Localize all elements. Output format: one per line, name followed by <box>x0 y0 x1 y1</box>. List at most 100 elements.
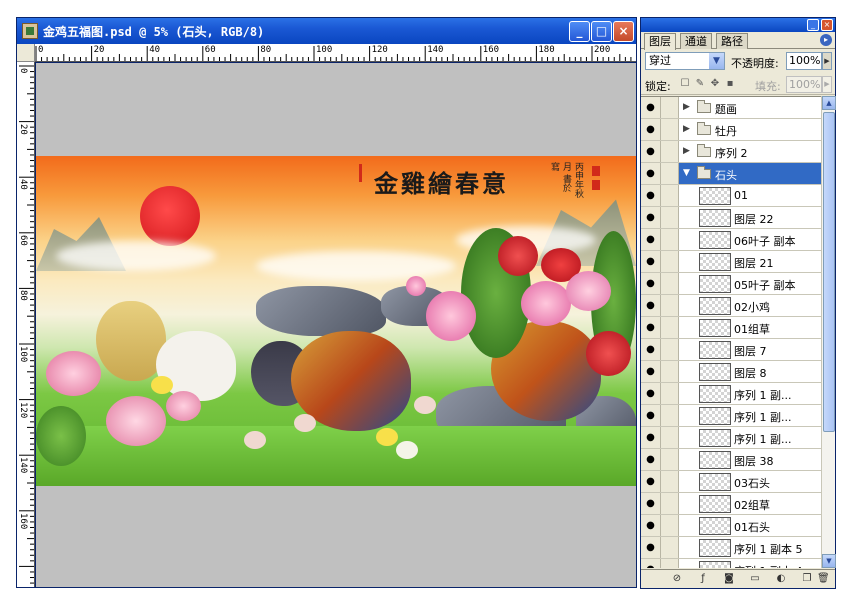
layer-link-cell[interactable] <box>661 515 679 536</box>
layer-thumbnail[interactable] <box>699 363 731 381</box>
layer-name[interactable]: 图层 22 <box>734 211 774 227</box>
expand-right-icon[interactable]: ▶ <box>683 146 690 156</box>
layer-row[interactable]: ● 01石头 <box>641 515 821 537</box>
eye-visibility-icon[interactable]: ● <box>641 361 661 382</box>
layer-thumbnail[interactable] <box>699 209 731 227</box>
layer-link-cell[interactable] <box>661 97 679 118</box>
layer-thumbnail[interactable] <box>699 341 731 359</box>
layers-scrollbar[interactable]: ▲ ▼ <box>821 96 836 568</box>
palette-minimize-button[interactable]: _ <box>807 19 819 31</box>
layer-row[interactable]: ● 01 <box>641 185 821 207</box>
layer-link-cell[interactable] <box>661 427 679 448</box>
layer-thumbnail[interactable] <box>699 319 731 337</box>
layer-row[interactable]: ● 序列 1 副... <box>641 383 821 405</box>
layer-row[interactable]: ● 序列 1 副本 5 <box>641 537 821 559</box>
layer-group-row[interactable]: ● ▶ 序列 2 <box>641 141 821 163</box>
layer-row[interactable]: ● 01组草 <box>641 317 821 339</box>
expand-right-icon[interactable]: ▶ <box>683 102 690 112</box>
layer-link-cell[interactable] <box>661 471 679 492</box>
layer-row[interactable]: ● 06叶子 副本 <box>641 229 821 251</box>
painting-canvas[interactable]: 金雞繪春意 丙申年秋月 書於 寫 <box>36 156 636 486</box>
lock-transparency-icon[interactable]: ☐ <box>679 78 691 90</box>
ruler-origin[interactable] <box>17 44 35 62</box>
layer-row[interactable]: ● 05叶子 副本 <box>641 273 821 295</box>
fill-slider-arrow-icon[interactable]: ▶ <box>822 76 832 93</box>
layer-row[interactable]: ● 图层 21 <box>641 251 821 273</box>
expand-down-icon[interactable]: ▼ <box>683 168 690 178</box>
tab-paths[interactable]: 路径 <box>716 33 748 49</box>
layer-name[interactable]: 题画 <box>715 101 737 117</box>
layer-thumbnail[interactable] <box>699 407 731 425</box>
layer-row[interactable]: ● 序列 1 副本 4 <box>641 559 821 568</box>
eye-visibility-icon[interactable]: ● <box>641 317 661 338</box>
layer-name[interactable]: 石头 <box>715 167 737 183</box>
layer-thumbnail[interactable] <box>699 297 731 315</box>
eye-visibility-icon[interactable]: ● <box>641 383 661 404</box>
eye-visibility-icon[interactable]: ● <box>641 119 661 140</box>
layer-name[interactable]: 06叶子 副本 <box>734 233 796 249</box>
layer-row[interactable]: ● 03石头 <box>641 471 821 493</box>
layer-thumbnail[interactable] <box>699 253 731 271</box>
layer-row[interactable]: ● 02小鸡 <box>641 295 821 317</box>
layer-thumbnail[interactable] <box>699 385 731 403</box>
eye-visibility-icon[interactable]: ● <box>641 229 661 250</box>
layer-thumbnail[interactable] <box>699 429 731 447</box>
fill-input[interactable]: 100% <box>786 76 822 93</box>
layer-thumbnail[interactable] <box>699 451 731 469</box>
trash-icon[interactable]: 🗑 <box>817 573 830 585</box>
layer-thumbnail[interactable] <box>699 187 731 205</box>
layer-thumbnail[interactable] <box>699 495 731 513</box>
palette-close-button[interactable]: × <box>821 19 833 31</box>
layer-link-cell[interactable] <box>661 383 679 404</box>
layer-name[interactable]: 02小鸡 <box>734 299 770 315</box>
layer-name[interactable]: 图层 7 <box>734 343 767 359</box>
layer-name[interactable]: 02组草 <box>734 497 770 513</box>
layer-thumbnail[interactable] <box>699 539 731 557</box>
eye-visibility-icon[interactable]: ● <box>641 339 661 360</box>
layer-row[interactable]: ● 图层 8 <box>641 361 821 383</box>
layer-thumbnail[interactable] <box>699 517 731 535</box>
layer-link-cell[interactable] <box>661 493 679 514</box>
layer-link-cell[interactable] <box>661 119 679 140</box>
chevron-down-icon[interactable]: ▼ <box>709 53 724 69</box>
layer-name[interactable]: 图层 21 <box>734 255 774 271</box>
layer-name[interactable]: 序列 1 副... <box>734 431 791 447</box>
layer-row[interactable]: ● 序列 1 副... <box>641 405 821 427</box>
layer-style-icon[interactable]: ƒ <box>697 573 709 585</box>
layer-thumbnail[interactable] <box>699 561 731 568</box>
scroll-down-icon[interactable]: ▼ <box>822 554 836 568</box>
layer-link-cell[interactable] <box>661 163 679 184</box>
layer-link-cell[interactable] <box>661 449 679 470</box>
layer-name[interactable]: 图层 38 <box>734 453 774 469</box>
layer-link-cell[interactable] <box>661 361 679 382</box>
minimize-button[interactable]: _ <box>569 21 590 42</box>
vertical-ruler[interactable]: 0 20 40 60 80 100 120 140 160 <box>17 62 35 587</box>
layer-link-cell[interactable] <box>661 207 679 228</box>
lock-all-icon[interactable]: ▪ <box>724 78 736 90</box>
expand-right-icon[interactable]: ▶ <box>683 124 690 134</box>
close-button[interactable]: × <box>613 21 634 42</box>
layer-thumbnail[interactable] <box>699 473 731 491</box>
layer-link-cell[interactable] <box>661 317 679 338</box>
layer-group-row[interactable]: ● ▶ 牡丹 <box>641 119 821 141</box>
layer-row[interactable]: ● 序列 1 副... <box>641 427 821 449</box>
layer-name[interactable]: 序列 2 <box>715 145 748 161</box>
tab-channels[interactable]: 通道 <box>680 33 712 49</box>
layer-name[interactable]: 牡丹 <box>715 123 737 139</box>
adjustment-layer-icon[interactable]: ◐ <box>775 573 787 585</box>
layer-name[interactable]: 01 <box>734 189 748 202</box>
layer-name[interactable]: 05叶子 副本 <box>734 277 796 293</box>
palette-menu-icon[interactable]: ▸ <box>820 34 832 46</box>
eye-visibility-icon[interactable]: ● <box>641 427 661 448</box>
opacity-slider-arrow-icon[interactable]: ▶ <box>822 52 832 70</box>
eye-visibility-icon[interactable]: ● <box>641 449 661 470</box>
lock-paint-icon[interactable]: ✎ <box>694 78 706 90</box>
layer-name[interactable]: 序列 1 副本 5 <box>734 541 803 557</box>
layer-thumbnail[interactable] <box>699 231 731 249</box>
layer-row[interactable]: ● 02组草 <box>641 493 821 515</box>
eye-visibility-icon[interactable]: ● <box>641 185 661 206</box>
eye-visibility-icon[interactable]: ● <box>641 163 661 184</box>
layer-name[interactable]: 序列 1 副... <box>734 409 791 425</box>
layer-group-row[interactable]: ● ▼ 石头 <box>641 163 821 185</box>
layer-link-cell[interactable] <box>661 405 679 426</box>
